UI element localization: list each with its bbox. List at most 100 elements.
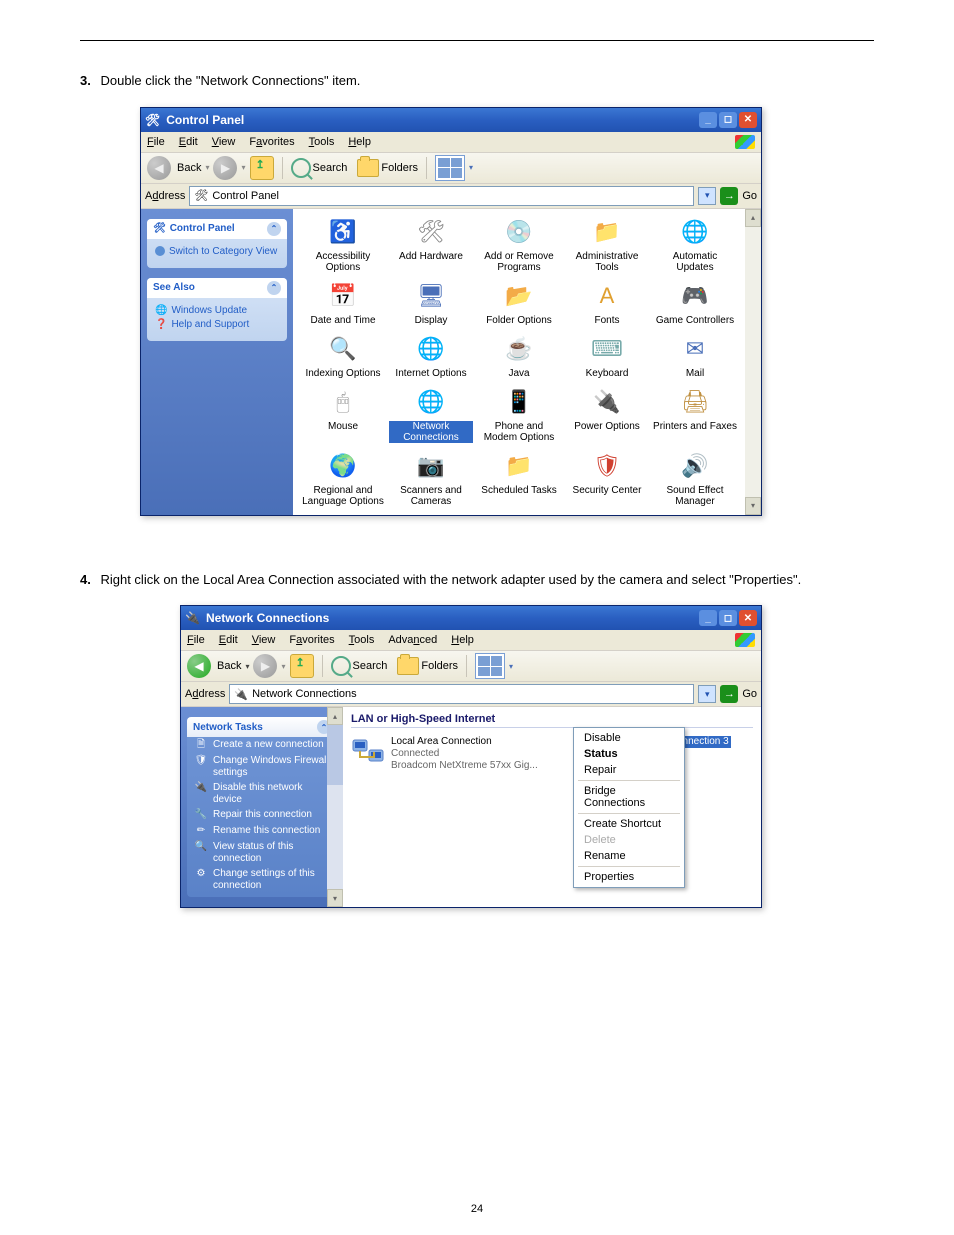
network-task-5[interactable]: 🔍View status of this connection — [187, 839, 337, 866]
nc-titlebar[interactable]: 🔌 Network Connections _ ◻ ✕ — [181, 606, 761, 630]
menu-favorites[interactable]: Favorites — [249, 136, 294, 148]
context-menu-item-bridge-connections[interactable]: Bridge Connections — [574, 783, 684, 811]
cp-menubar: File Edit View Favorites Tools Help — [141, 132, 761, 153]
cp-item-game-controllers[interactable]: 🎮Game Controllers — [651, 279, 739, 328]
cp-item-folder-options[interactable]: 📂Folder Options — [475, 279, 563, 328]
cp-item-scheduled-tasks[interactable]: 📁Scheduled Tasks — [475, 449, 563, 509]
menu-favorites[interactable]: Favorites — [289, 634, 334, 646]
close-button[interactable]: ✕ — [739, 112, 757, 128]
network-task-1[interactable]: 🛡Change Windows Firewall settings — [187, 753, 337, 780]
cp-item-icon: 🌐 — [415, 387, 447, 419]
cp-titlebar[interactable]: 🛠 Control Panel _ ◻ ✕ — [141, 108, 761, 132]
network-task-3[interactable]: 🔧Repair this connection — [187, 807, 337, 823]
go-button[interactable]: → — [720, 685, 738, 703]
cp-item-printers-and-faxes[interactable]: 🖨Printers and Faxes — [651, 385, 739, 445]
cp-item-label: Add Hardware — [399, 251, 463, 262]
menu-file[interactable]: File — [187, 634, 205, 646]
views-button[interactable] — [435, 155, 465, 181]
address-dropdown[interactable]: ▾ — [698, 187, 716, 205]
forward-button[interactable]: ▶ — [253, 654, 277, 678]
network-task-4[interactable]: ✏Rename this connection — [187, 823, 337, 839]
menu-edit[interactable]: Edit — [219, 634, 238, 646]
context-menu-item-create-shortcut[interactable]: Create Shortcut — [574, 816, 684, 832]
cp-item-keyboard[interactable]: ⌨Keyboard — [563, 332, 651, 381]
go-label: Go — [742, 688, 757, 700]
context-menu-item-properties[interactable]: Properties — [574, 869, 684, 885]
context-menu-item-status[interactable]: Status — [574, 746, 684, 762]
context-menu[interactable]: DisableStatusRepair Bridge Connections Cre… — [573, 727, 685, 888]
cp-item-regional-and-language-options[interactable]: 🌍Regional and Language Options — [299, 449, 387, 509]
context-menu-item-disable[interactable]: Disable — [574, 730, 684, 746]
help-support-link[interactable]: ❓ Help and Support — [155, 319, 279, 330]
cp-item-add-or-remove-programs[interactable]: 💿Add or Remove Programs — [475, 215, 563, 275]
search-button[interactable]: Search — [291, 158, 348, 178]
network-task-0[interactable]: 🗎Create a new connection — [187, 737, 337, 753]
minimize-button[interactable]: _ — [699, 610, 717, 626]
cp-item-phone-and-modem-options[interactable]: 📱Phone and Modem Options — [475, 385, 563, 445]
cp-item-mail[interactable]: ✉Mail — [651, 332, 739, 381]
maximize-button[interactable]: ◻ — [719, 610, 737, 626]
cp-item-display[interactable]: 🖥Display — [387, 279, 475, 328]
cp-item-security-center[interactable]: 🛡Security Center — [563, 449, 651, 509]
scroll-down-button[interactable]: ▾ — [745, 497, 761, 515]
scroll-thumb[interactable] — [327, 725, 343, 785]
vertical-scrollbar[interactable]: ▴ ▾ — [745, 209, 761, 515]
scroll-up-button[interactable]: ▴ — [327, 707, 343, 725]
cp-item-automatic-updates[interactable]: 🌐Automatic Updates — [651, 215, 739, 275]
scroll-up-button[interactable]: ▴ — [745, 209, 761, 227]
up-button[interactable] — [290, 654, 314, 678]
cp-item-administrative-tools[interactable]: 📁Administrative Tools — [563, 215, 651, 275]
menu-edit[interactable]: Edit — [179, 136, 198, 148]
cp-item-mouse[interactable]: 🖱Mouse — [299, 385, 387, 445]
menu-advanced[interactable]: Advanced — [388, 634, 437, 646]
connection-item-1[interactable]: Local Area Connection Connected Broadcom… — [351, 736, 538, 772]
cp-item-add-hardware[interactable]: 🛠Add Hardware — [387, 215, 475, 275]
folders-button[interactable]: Folders — [397, 657, 458, 675]
sidebar-scrollbar[interactable]: ▴ ▾ — [327, 707, 343, 907]
network-task-2[interactable]: 🔌Disable this network device — [187, 780, 337, 807]
switch-category-view-link[interactable]: Switch to Category View — [155, 246, 279, 257]
menu-view[interactable]: View — [252, 634, 276, 646]
menu-help[interactable]: Help — [451, 634, 474, 646]
back-button[interactable]: ◀ — [187, 654, 211, 678]
cp-item-date-and-time[interactable]: 📅Date and Time — [299, 279, 387, 328]
cp-item-accessibility-options[interactable]: ♿Accessibility Options — [299, 215, 387, 275]
cp-item-network-connections[interactable]: 🌐Network Connections — [387, 385, 475, 445]
menu-help[interactable]: Help — [348, 136, 371, 148]
go-button[interactable]: → — [720, 187, 738, 205]
windows-update-link[interactable]: 🌐 Windows Update — [155, 305, 279, 316]
cp-panel2-header[interactable]: See Also ⌃ — [147, 278, 287, 298]
minimize-button[interactable]: _ — [699, 112, 717, 128]
menu-tools[interactable]: Tools — [349, 634, 375, 646]
cp-item-internet-options[interactable]: 🌐Internet Options — [387, 332, 475, 381]
context-menu-item-repair[interactable]: Repair — [574, 762, 684, 778]
up-button[interactable] — [250, 156, 274, 180]
address-input[interactable]: 🔌 Network Connections — [229, 684, 694, 704]
menu-file[interactable]: File — [147, 136, 165, 148]
cp-item-label: Java — [508, 368, 529, 379]
cp-item-power-options[interactable]: 🔌Power Options — [563, 385, 651, 445]
cp-panel1-header[interactable]: 🛠Control Panel ⌃ — [147, 219, 287, 239]
folders-icon — [397, 657, 419, 675]
folders-button[interactable]: Folders — [357, 159, 418, 177]
context-menu-separator — [578, 780, 680, 781]
network-tasks-header[interactable]: Network Tasks ⌃ — [187, 717, 337, 737]
back-button[interactable]: ◀ — [147, 156, 171, 180]
search-button[interactable]: Search — [331, 656, 388, 676]
forward-button[interactable]: ▶ — [213, 156, 237, 180]
views-button[interactable] — [475, 653, 505, 679]
close-button[interactable]: ✕ — [739, 610, 757, 626]
menu-view[interactable]: View — [212, 136, 236, 148]
context-menu-item-rename[interactable]: Rename — [574, 848, 684, 864]
cp-item-fonts[interactable]: AFonts — [563, 279, 651, 328]
address-input[interactable]: 🛠 Control Panel — [189, 186, 694, 206]
cp-item-indexing-options[interactable]: 🔍Indexing Options — [299, 332, 387, 381]
network-task-6[interactable]: ⚙Change settings of this connection — [187, 866, 337, 893]
cp-item-scanners-and-cameras[interactable]: 📷Scanners and Cameras — [387, 449, 475, 509]
menu-tools[interactable]: Tools — [309, 136, 335, 148]
cp-item-sound-effect-manager[interactable]: 🔊Sound Effect Manager — [651, 449, 739, 509]
maximize-button[interactable]: ◻ — [719, 112, 737, 128]
scroll-down-button[interactable]: ▾ — [327, 889, 343, 907]
address-dropdown[interactable]: ▾ — [698, 685, 716, 703]
cp-item-java[interactable]: ☕Java — [475, 332, 563, 381]
